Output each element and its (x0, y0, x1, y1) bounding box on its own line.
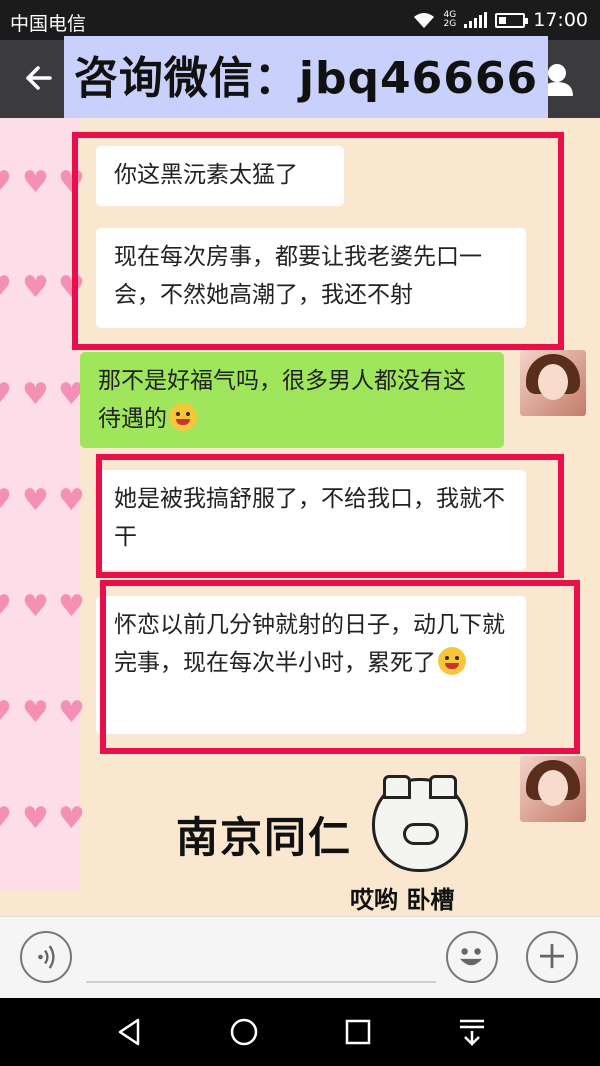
heart-icon: ♥ (58, 801, 85, 836)
recents-square-icon[interactable] (342, 1016, 374, 1048)
heart-icon: ♥ (0, 380, 12, 410)
system-nav-bar (0, 998, 600, 1066)
home-circle-icon[interactable] (228, 1016, 260, 1048)
back-triangle-icon[interactable] (114, 1016, 146, 1048)
wifi-icon (413, 13, 434, 28)
avatar[interactable] (520, 756, 586, 822)
signal-icon (464, 12, 488, 28)
status-bar: 中国电信 4G 2G 17:00 (0, 0, 600, 40)
notification-pull-icon[interactable] (456, 1016, 488, 1048)
pig-face-icon (372, 775, 468, 872)
arrow-left-icon[interactable] (20, 58, 60, 98)
heart-icon: ♥ (0, 486, 12, 516)
heart-icon: ♥ (0, 273, 12, 303)
heart-icon: ♥ (22, 589, 49, 624)
chat-area[interactable]: ♥ ♥ ♥ ♥ ♥ ♥ ♥ ♥ ♥ ♥ ♥ ♥ ♥ ♥ ♥ ♥ ♥ ♥ ♥ ♥ … (0, 118, 600, 916)
heart-icon: ♥ (58, 589, 85, 624)
highlight-box (96, 454, 564, 578)
highlight-box (72, 132, 564, 350)
heart-icon: ♥ (22, 270, 49, 305)
heart-icon: ♥ (22, 165, 49, 200)
heart-icon: ♥ (0, 698, 12, 728)
winking-tongue-emoji-icon (169, 403, 197, 431)
message-input[interactable] (86, 981, 436, 983)
heart-icon: ♥ (58, 483, 85, 518)
carrier-label: 中国电信 (10, 13, 87, 35)
clock: 17:00 (533, 9, 588, 31)
heart-icon: ♥ (22, 801, 49, 836)
plus-icon[interactable] (526, 931, 578, 983)
sticker-message[interactable]: 南京同仁 哎哟 卧槽 (176, 775, 496, 914)
heart-icon: ♥ (0, 168, 12, 198)
heart-icon: ♥ (58, 695, 85, 730)
heart-icon: ♥ (0, 592, 12, 622)
voice-icon[interactable] (20, 931, 72, 983)
sent-message-bubble[interactable]: 那不是好福气吗，很多男人都没有这待遇的 (80, 352, 504, 448)
input-bar (0, 916, 600, 999)
avatar[interactable] (520, 350, 586, 416)
heart-icon: ♥ (22, 483, 49, 518)
heart-icon: ♥ (0, 804, 12, 834)
status-icons: 4G 2G 17:00 (412, 9, 588, 31)
battery-icon (495, 12, 529, 28)
wechat-ad-banner: 咨询微信：jbq46666 (64, 36, 548, 122)
heart-icon: ♥ (22, 377, 49, 412)
heart-icon: ♥ (22, 695, 49, 730)
hearts-wallpaper: ♥ ♥ ♥ ♥ ♥ ♥ ♥ ♥ ♥ ♥ ♥ ♥ ♥ ♥ ♥ ♥ ♥ ♥ ♥ ♥ … (0, 118, 85, 890)
emoji-icon[interactable] (446, 931, 498, 983)
network-type: 4G 2G (443, 10, 457, 29)
highlight-box (100, 580, 580, 754)
